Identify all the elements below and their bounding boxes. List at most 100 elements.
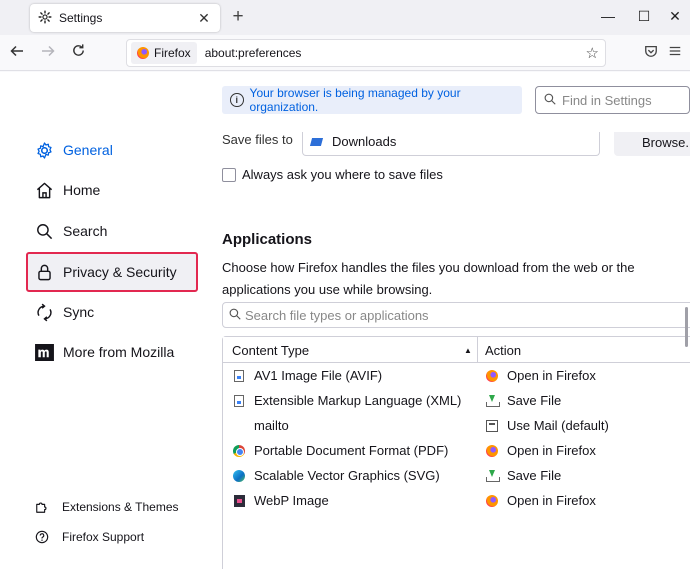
- mozilla-logo-icon: [34, 342, 54, 362]
- search-icon: [229, 308, 241, 323]
- help-icon: [34, 530, 50, 544]
- back-button[interactable]: [6, 43, 28, 63]
- tab-settings[interactable]: Settings ✕: [30, 4, 220, 32]
- action[interactable]: Open in Firefox: [507, 443, 596, 458]
- file-icon: [232, 394, 246, 408]
- content-type: mailto: [254, 418, 289, 433]
- sticky-header-background: [210, 116, 690, 132]
- pocket-icon[interactable]: [641, 43, 661, 63]
- sidebar-item-sync[interactable]: Sync: [26, 294, 198, 330]
- column-label: Action: [485, 342, 522, 358]
- search-icon: [544, 93, 556, 108]
- firefox-icon: [485, 494, 499, 508]
- identity-label: Firefox: [154, 46, 191, 60]
- preferences-content: General Home Search Privacy & Security S…: [0, 72, 690, 569]
- policy-notice-text: Your browser is being managed by your or…: [249, 86, 461, 114]
- applications-table: Content Type ▲ Action AV1 Image File (AV…: [222, 336, 690, 569]
- firefox-icon: [485, 369, 499, 383]
- forward-arrow-icon: [42, 45, 55, 57]
- tab-strip: Settings ✕ + — ☐ ✕: [0, 0, 690, 35]
- new-tab-button[interactable]: +: [228, 6, 248, 28]
- sidebar-item-label: More from Mozilla: [63, 344, 175, 360]
- sidebar-item-search[interactable]: Search: [26, 213, 198, 249]
- find-placeholder: Find in Settings: [562, 92, 652, 108]
- save-icon: [485, 394, 500, 408]
- sidebar-item-privacy-security[interactable]: Privacy & Security: [26, 252, 198, 292]
- minimize-button[interactable]: —: [591, 6, 625, 26]
- column-content-type[interactable]: Content Type ▲: [232, 337, 472, 363]
- table-row[interactable]: Portable Document Format (PDF) Open in F…: [223, 438, 690, 463]
- content-type: WebP Image: [254, 493, 329, 508]
- gear-icon: [38, 9, 52, 27]
- back-arrow-icon: [10, 45, 23, 57]
- sidebar-item-home[interactable]: Home: [26, 172, 198, 208]
- browse-button[interactable]: Browse...: [614, 128, 690, 156]
- home-icon: [34, 180, 54, 200]
- find-in-settings-input[interactable]: Find in Settings: [535, 86, 690, 114]
- table-row[interactable]: AV1 Image File (AVIF) Open in Firefox: [223, 363, 690, 388]
- policy-notice[interactable]: i Your browser is being managed by your …: [222, 86, 522, 114]
- always-ask-checkbox[interactable]: [222, 167, 236, 182]
- sidebar-item-general[interactable]: General: [26, 132, 198, 168]
- info-icon: i: [230, 93, 244, 107]
- action[interactable]: Use Mail (default): [507, 418, 609, 433]
- table-row[interactable]: WebP Image Open in Firefox: [223, 488, 690, 513]
- url-text[interactable]: about:preferences: [205, 46, 302, 60]
- table-row[interactable]: Extensible Markup Language (XML) Save Fi…: [223, 388, 690, 413]
- sidebar-item-label: Home: [63, 182, 101, 198]
- applications-description: Choose how Firefox handles the files you…: [222, 260, 635, 297]
- close-tab-icon[interactable]: ✕: [196, 10, 212, 27]
- content-type: Portable Document Format (PDF): [254, 443, 449, 458]
- table-row[interactable]: Scalable Vector Graphics (SVG) Save File: [223, 463, 690, 488]
- action[interactable]: Open in Firefox: [507, 368, 596, 383]
- scrollbar[interactable]: [683, 307, 690, 347]
- file-icon: [232, 369, 246, 383]
- close-window-button[interactable]: ✕: [658, 6, 690, 26]
- download-folder-field[interactable]: Downloads: [302, 128, 600, 156]
- firefox-icon: [485, 444, 499, 458]
- categories-sidebar: General Home Search Privacy & Security S…: [0, 72, 210, 569]
- mail-app-icon: [485, 419, 499, 433]
- column-action[interactable]: Action: [485, 337, 521, 363]
- blank-icon: [232, 419, 246, 433]
- table-row[interactable]: mailto Use Mail (default): [223, 413, 690, 438]
- search-file-types-placeholder: Search file types or applications: [245, 307, 429, 323]
- save-files-label: Save files to: [222, 132, 293, 147]
- nav-toolbar: Firefox about:preferences ☆: [0, 35, 690, 71]
- sidebar-item-label: Search: [63, 223, 108, 239]
- edge-icon: [232, 469, 246, 483]
- bookmark-star-icon[interactable]: ☆: [586, 44, 599, 62]
- content-type: Extensible Markup Language (XML): [254, 393, 462, 408]
- maximize-button[interactable]: ☐: [627, 6, 661, 26]
- sidebar-item-label: Extensions & Themes: [62, 500, 179, 514]
- search-file-types-input[interactable]: Search file types or applications: [222, 302, 690, 328]
- always-ask-row[interactable]: Always ask you where to save files: [222, 167, 443, 182]
- forward-button[interactable]: [37, 43, 59, 63]
- reload-icon: [72, 44, 84, 56]
- applications-heading: Applications: [222, 231, 313, 248]
- tab-title: Settings: [59, 11, 103, 25]
- sidebar-item-label: General: [63, 142, 113, 158]
- column-label: Content Type: [232, 342, 310, 358]
- sidebar-item-extensions-themes[interactable]: Extensions & Themes: [34, 500, 179, 514]
- url-bar[interactable]: Firefox about:preferences ☆: [126, 39, 606, 67]
- column-divider: [477, 337, 478, 363]
- action[interactable]: Save File: [507, 393, 561, 408]
- reload-button[interactable]: [67, 43, 89, 63]
- chrome-icon: [232, 444, 246, 458]
- sort-ascending-icon: ▲: [464, 345, 472, 355]
- gear-icon: [34, 140, 54, 160]
- menu-icon[interactable]: [665, 43, 685, 63]
- action[interactable]: Open in Firefox: [507, 493, 596, 508]
- table-header: Content Type ▲ Action: [223, 337, 690, 363]
- browse-button-label: Browse...: [642, 134, 690, 150]
- content-type: Scalable Vector Graphics (SVG): [254, 468, 440, 483]
- always-ask-label[interactable]: Always ask you where to save files: [242, 167, 443, 182]
- identity-box[interactable]: Firefox: [131, 42, 197, 64]
- webp-icon: [232, 494, 246, 508]
- sidebar-item-firefox-support[interactable]: Firefox Support: [34, 530, 144, 544]
- sidebar-item-more-from-mozilla[interactable]: More from Mozilla: [26, 334, 198, 370]
- firefox-logo-icon: [137, 47, 149, 59]
- folder-icon: [309, 137, 324, 146]
- action[interactable]: Save File: [507, 468, 561, 483]
